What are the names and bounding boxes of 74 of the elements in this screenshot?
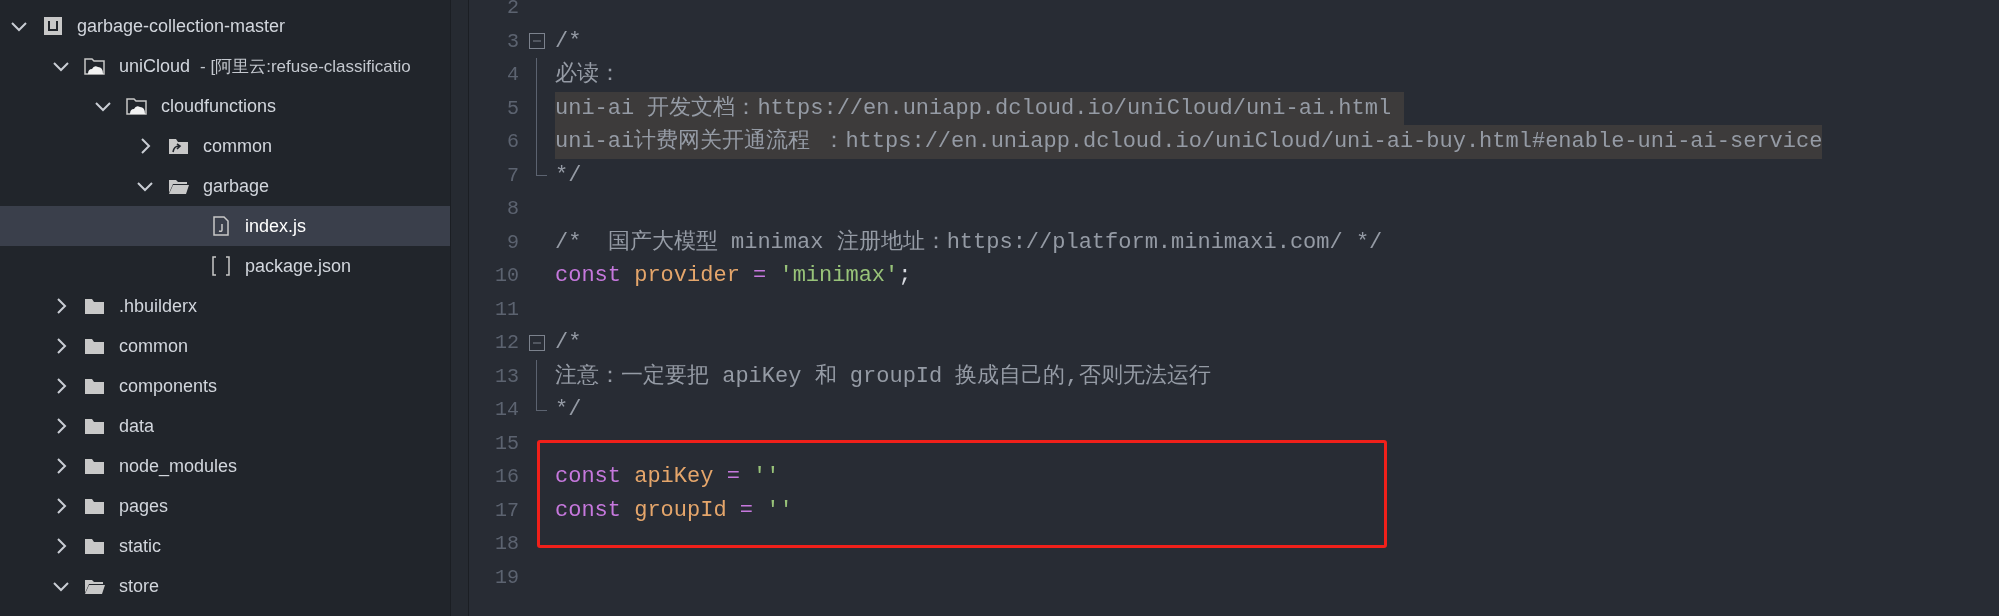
- line-number: 3: [506, 29, 519, 53]
- line-number: 9: [506, 230, 519, 254]
- file-icon: [210, 216, 232, 236]
- project-icon: [42, 16, 64, 36]
- tree-item[interactable]: components: [0, 366, 450, 406]
- line-number: 16: [494, 465, 519, 489]
- tree-item[interactable]: index.js: [0, 206, 450, 246]
- line-number: 13: [494, 364, 519, 388]
- tree-label: garbage-collection-master: [77, 15, 286, 37]
- tree-item[interactable]: data: [0, 406, 450, 446]
- tree-label: pages: [119, 495, 169, 517]
- line-number: 11: [494, 297, 519, 321]
- tree-item[interactable]: garbage-collection-master: [0, 6, 450, 46]
- folder-icon: [84, 456, 106, 476]
- tree-item[interactable]: cloudfunctions: [0, 86, 450, 126]
- tree-label: garbage: [203, 175, 270, 197]
- folder-icon: [84, 376, 106, 396]
- fold-toggle-icon[interactable]: [529, 334, 545, 351]
- line-number: 17: [494, 498, 519, 522]
- tree-label: index.js: [245, 215, 307, 237]
- code-line: */: [555, 396, 582, 424]
- tree-label: package.json: [245, 255, 352, 277]
- tree-item[interactable]: common: [0, 326, 450, 366]
- folder-icon: [84, 296, 106, 316]
- tree-label: .hbuilderx: [119, 295, 198, 317]
- tree-label: static: [119, 535, 161, 557]
- line-number: 5: [506, 96, 519, 120]
- fold-toggle-icon[interactable]: [529, 33, 545, 50]
- line-number: 15: [494, 431, 519, 455]
- tree-item[interactable]: node_modules: [0, 446, 450, 486]
- code-line: /*: [555, 329, 582, 357]
- folder-icon: [84, 336, 106, 356]
- tree-item[interactable]: pages: [0, 486, 450, 526]
- code-line: /*: [555, 27, 582, 56]
- folder-icon: [84, 536, 106, 556]
- code-line: const provider = 'minimax';: [555, 262, 912, 290]
- tree-label: store: [119, 575, 160, 597]
- tree-label: components: [119, 375, 218, 397]
- line-number: 19: [494, 565, 519, 589]
- code-line: const groupId = '': [555, 496, 793, 525]
- code-line: 注意：一定要把 apiKey 和 groupId 换成自己的,否则无法运行: [555, 362, 1211, 391]
- code-line: 必读：: [555, 60, 621, 89]
- line-number: 12: [494, 331, 519, 355]
- code-line: const apiKey = '': [555, 463, 780, 491]
- line-number: 10: [494, 264, 519, 288]
- cloud-space-label: - [阿里云:refuse-classificatio: [200, 55, 411, 78]
- tree-item[interactable]: garbage: [0, 166, 450, 206]
- code-line: /* 国产大模型 minimax 注册地址：https://platform.minimaxi.com/ */: [555, 228, 1383, 257]
- shortcut-folder-icon: [168, 136, 190, 156]
- cloud-folder-icon: [84, 56, 106, 76]
- folder-icon: [84, 496, 106, 516]
- tree-item[interactable]: package.json: [0, 246, 450, 286]
- tree-item[interactable]: uniCloud - [阿里云:refuse-classificatio: [0, 46, 450, 86]
- line-number: 6: [506, 130, 519, 154]
- tree-label: uniCloud: [119, 55, 191, 77]
- tree-item[interactable]: store: [0, 566, 450, 606]
- tree-label: data: [119, 415, 155, 437]
- line-number: 14: [494, 398, 519, 422]
- brackets-icon: [210, 256, 232, 276]
- tree-label: cloudfunctions: [161, 95, 277, 117]
- tree-item[interactable]: static: [0, 526, 450, 566]
- line-number: 4: [506, 63, 519, 87]
- tree-item[interactable]: .hbuilderx: [0, 286, 450, 326]
- tree-label: common: [203, 135, 273, 157]
- tree-label: common: [119, 335, 189, 357]
- line-number: 2: [506, 0, 519, 20]
- line-number: 8: [506, 197, 519, 221]
- cloud-folder-icon: [126, 96, 148, 116]
- line-number: 7: [506, 163, 519, 187]
- tree-label: node_modules: [119, 455, 238, 477]
- folder-icon: [84, 416, 106, 436]
- tree-item[interactable]: common: [0, 126, 450, 166]
- code-line: */: [555, 161, 582, 190]
- line-number: 18: [494, 532, 519, 556]
